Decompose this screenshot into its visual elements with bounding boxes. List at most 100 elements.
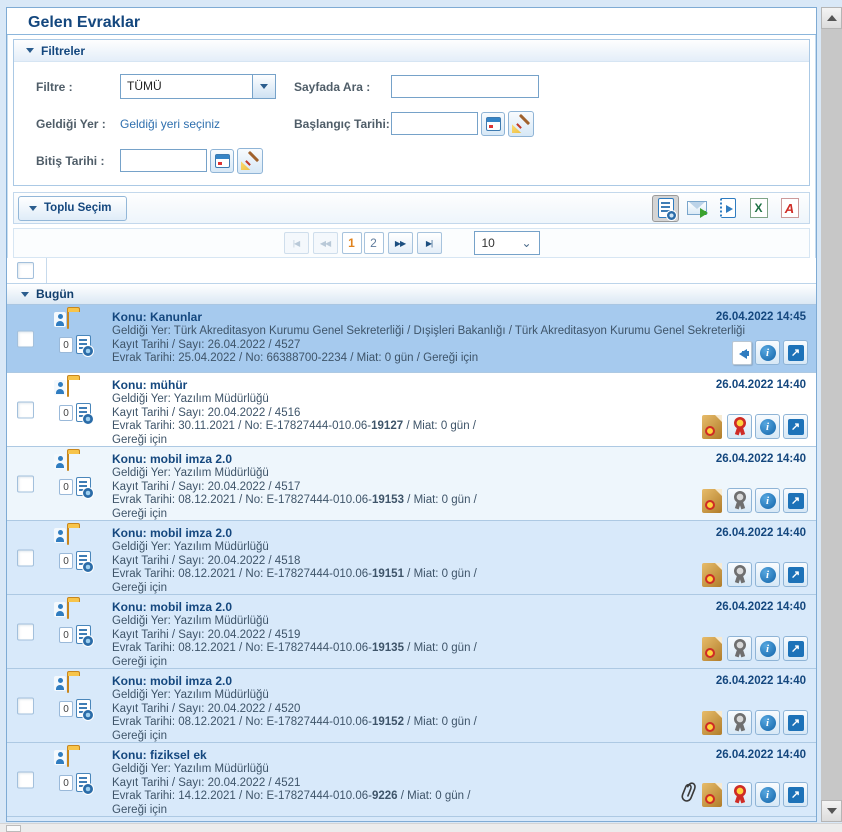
pagination-next-button[interactable] [388,232,413,254]
open-external-button[interactable] [783,710,808,735]
row-left-icons: 0 [59,675,107,718]
scroll-up-button[interactable] [821,7,842,29]
add-document-button[interactable] [652,195,679,222]
document-row[interactable]: 0 Konu: mobil imza 2.0 Geldiği Yer: Yazı… [7,447,816,521]
forward-mail-icon [687,201,707,215]
pagination-prev-button[interactable] [313,232,338,254]
info-button[interactable] [755,782,780,807]
group-header[interactable]: Bugün [7,284,816,305]
column-divider [46,258,47,283]
pagination-first-button[interactable] [284,232,309,254]
info-button[interactable] [755,562,780,587]
row-evrak: Evrak Tarihi: 30.11.2021 / No: E-1782744… [112,420,476,434]
external-link-icon [788,567,804,583]
signature-ribbon-button[interactable] [727,414,752,439]
chevron-down-icon [260,84,268,89]
document-row[interactable]: 0 Konu: fiziksel ek 26.04.2022 14:40 [7,817,816,822]
row-checkbox[interactable] [17,330,34,347]
info-button[interactable] [755,414,780,439]
info-button[interactable] [755,710,780,735]
toplu-secim-button[interactable]: Toplu Seçim [18,196,127,221]
row-datetime: 26.04.2022 14:40 [716,453,806,465]
bottom-scroll-button[interactable] [6,825,21,832]
info-button[interactable] [755,488,780,513]
add-note-icon[interactable] [76,551,91,570]
info-button[interactable] [755,340,780,365]
add-note-icon[interactable] [76,625,91,644]
document-row[interactable]: 0 Konu: Kanunlar Geldiği Yer: Türk Akred… [7,305,816,373]
export-pdf-button[interactable] [776,195,803,222]
document-row[interactable]: 0 Konu: mobil imza 2.0 Geldiği Yer: Yazı… [7,595,816,669]
row-actions [702,488,808,513]
add-note-icon[interactable] [76,477,91,496]
geldigi-yer-link[interactable]: Geldiği yeri seçiniz [120,117,276,131]
signature-ribbon-button[interactable] [727,782,752,807]
add-note-icon[interactable] [76,335,91,354]
row-checkbox[interactable] [17,549,34,566]
dropdown-button[interactable] [252,75,275,98]
scroll-down-button[interactable] [821,800,842,822]
row-checkbox[interactable] [17,697,34,714]
add-note-icon[interactable] [76,773,91,792]
row-left-icons: 0 [59,453,107,496]
select-all-row [7,258,816,284]
reply-button[interactable] [732,341,752,365]
row-subject: Konu: fiziksel ek [112,748,470,762]
signature-ribbon-button[interactable] [727,636,752,661]
page-size-select[interactable]: 10 [474,231,540,255]
open-external-button[interactable] [783,636,808,661]
export-excel-button[interactable] [745,195,772,222]
row-checkbox[interactable] [17,475,34,492]
calendar-icon [215,154,230,168]
document-row[interactable]: 0 Konu: mühür Geldiği Yer: Yazılım Müdür… [7,373,816,447]
signature-ribbon-button[interactable] [727,710,752,735]
bitis-tarihi-input[interactable] [120,149,207,172]
collapse-arrow-icon [26,48,34,53]
filters-header[interactable]: Filtreler [14,40,809,62]
external-link-icon [788,641,804,657]
row-geregi: Gereği için [112,730,477,744]
open-external-button[interactable] [783,414,808,439]
baslangic-calendar-button[interactable] [481,112,505,136]
export-document-button[interactable] [714,195,741,222]
open-external-button[interactable] [783,340,808,365]
row-origin: Geldiği Yer: Yazılım Müdürlüğü [112,467,477,481]
open-external-button[interactable] [783,488,808,513]
bitis-clear-button[interactable] [237,148,263,174]
info-button[interactable] [755,636,780,661]
pagination-page-2[interactable]: 2 [364,232,384,254]
pagination-last-button[interactable] [417,232,442,254]
signature-ribbon-button[interactable] [727,562,752,587]
document-row[interactable]: 0 Konu: mobil imza 2.0 Geldiği Yer: Yazı… [7,521,816,595]
row-checkbox[interactable] [17,771,34,788]
filtre-dropdown[interactable]: TÜMÜ [120,74,276,99]
baslangic-tarihi-input[interactable] [391,112,478,135]
open-external-button[interactable] [783,562,808,587]
document-row[interactable]: 0 Konu: mobil imza 2.0 Geldiği Yer: Yazı… [7,669,816,743]
signature-ribbon-button[interactable] [727,488,752,513]
row-text: Konu: mobil imza 2.0 Geldiği Yer: Yazılı… [112,674,477,743]
row-datetime: 26.04.2022 14:40 [716,749,806,761]
baslangic-clear-button[interactable] [508,111,534,137]
row-checkbox[interactable] [17,623,34,640]
forward-mail-button[interactable] [683,195,710,222]
bottom-scrollbar[interactable] [0,823,842,832]
select-all-checkbox[interactable] [17,262,34,279]
note-count-badge: 0 [59,479,73,495]
toplu-secim-label: Toplu Seçim [44,202,112,214]
add-note-icon[interactable] [76,403,91,422]
row-checkbox[interactable] [17,401,34,418]
sayfada-ara-input[interactable] [391,75,539,98]
bitis-calendar-button[interactable] [210,149,234,173]
document-list: 0 Konu: Kanunlar Geldiği Yer: Türk Akred… [7,305,816,822]
pagination-page-1[interactable]: 1 [342,232,362,254]
add-note-icon[interactable] [76,699,91,718]
document-row[interactable]: 0 Konu: fiziksel ek Geldiği Yer: Yazılım… [7,743,816,817]
open-external-button[interactable] [783,782,808,807]
row-actions [680,780,808,809]
folder-user-icon [67,310,69,329]
row-text: Konu: mobil imza 2.0 Geldiği Yer: Yazılı… [112,526,477,595]
scrollbar-track[interactable] [821,29,842,800]
person-icon [54,676,66,691]
page-size-value: 10 [482,236,495,250]
